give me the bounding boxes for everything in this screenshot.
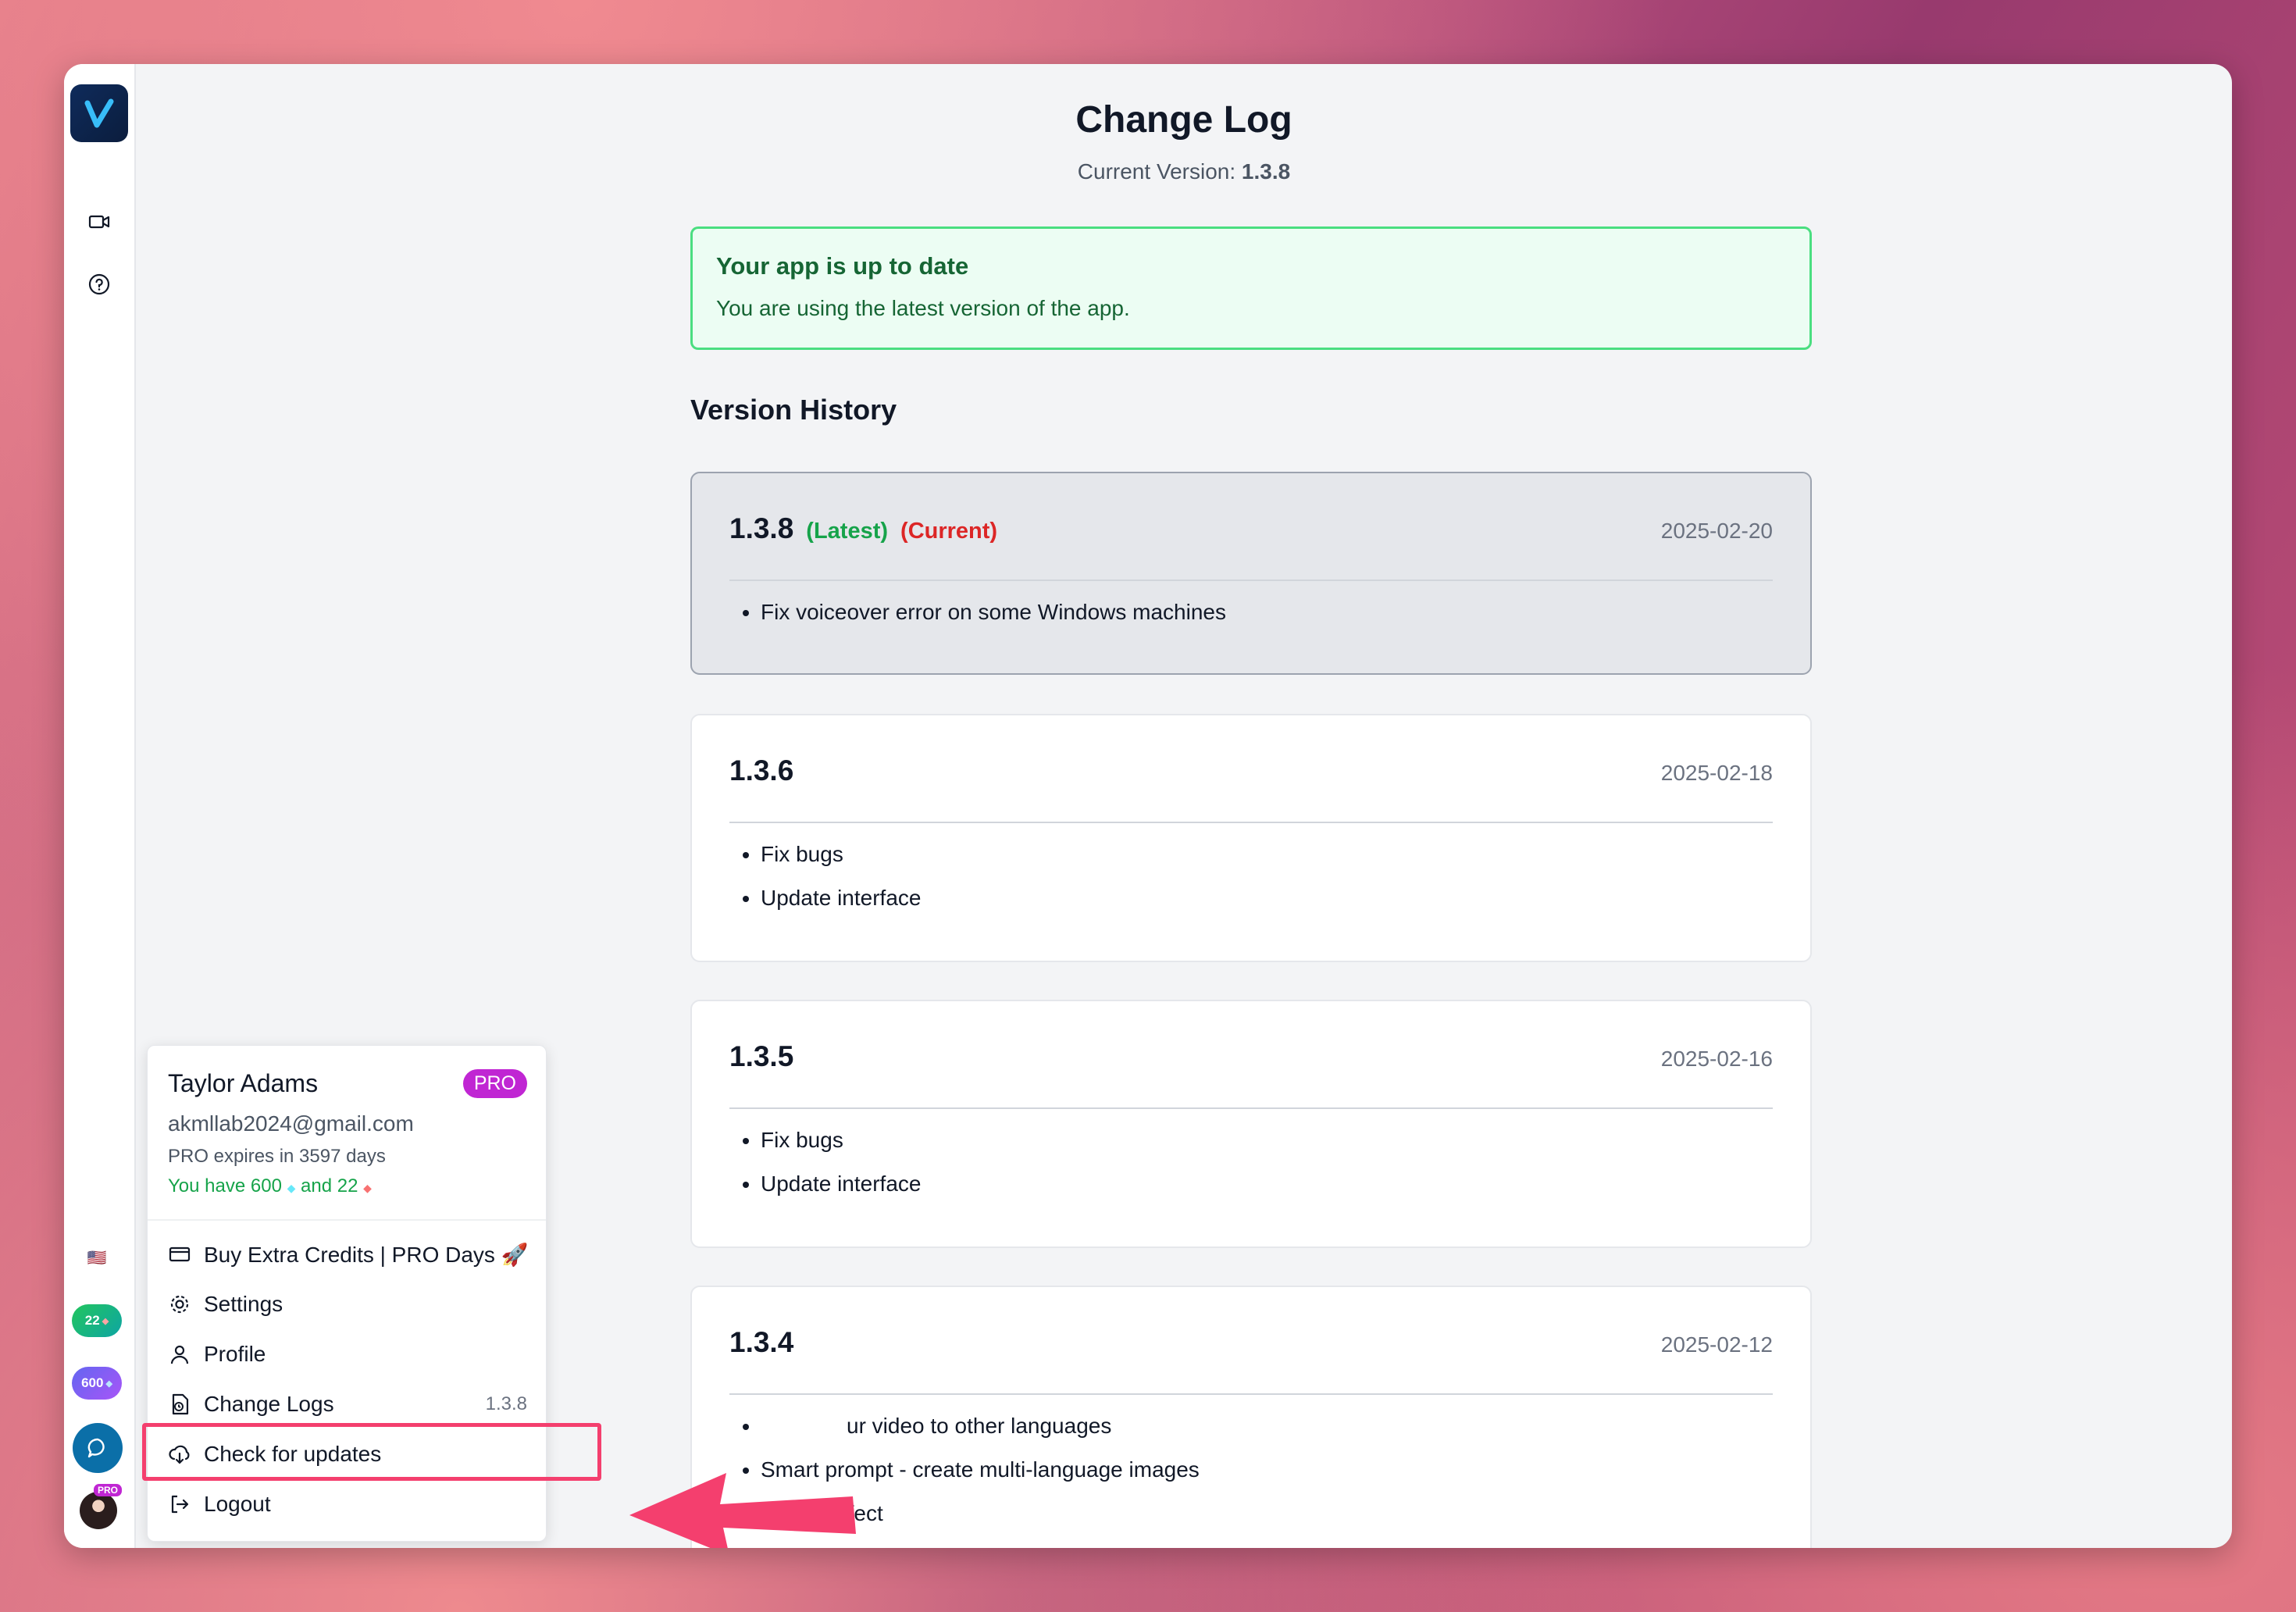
version-date: 2025-02-18 (1660, 761, 1773, 785)
user-name: Taylor Adams (168, 1069, 319, 1097)
user-avatar[interactable] (80, 1492, 117, 1529)
language-flag-icon[interactable]: 🇺🇸 (86, 1250, 108, 1267)
file-clock-icon (166, 1391, 193, 1418)
version-card-1-3-5: 1.3.5 2025-02-16 Fix bugs Update interfa… (690, 1000, 1812, 1248)
credits-count-badge[interactable]: 600 ◆ (72, 1367, 122, 1400)
current-version-label: Current Version: (1077, 159, 1236, 184)
release-note: Fix bugs (761, 1118, 921, 1162)
sidebar-rail: 🇺🇸 22 ◆ 600 ◆ PRO (64, 64, 136, 1548)
pointer-arrow-icon (629, 1473, 856, 1548)
pro-expiry: PRO expires in 3597 days (168, 1146, 386, 1167)
avatar-pro-badge: PRO (94, 1484, 123, 1496)
version-date: 2025-02-16 (1660, 1047, 1773, 1071)
card-divider (729, 822, 1773, 823)
alert-message: You are using the latest version of the … (716, 296, 1130, 320)
menu-label: Settings (204, 1292, 283, 1316)
release-note: Fix bugs (761, 833, 921, 876)
diamond-icon: ◆ (105, 1378, 112, 1389)
highlight-box (142, 1423, 601, 1481)
app-logo[interactable] (70, 84, 128, 142)
menu-logout[interactable]: Logout (148, 1480, 546, 1528)
current-tag: (Current) (900, 519, 998, 544)
user-email: akmllab2024@gmail.com (168, 1111, 414, 1136)
menu-buy-credits[interactable]: Buy Extra Credits | PRO Days 🚀 (148, 1230, 546, 1279)
version-history-heading: Version History (690, 394, 897, 426)
gems-count: 22 (84, 1313, 100, 1328)
menu-profile[interactable]: Profile (148, 1330, 546, 1378)
logo-v-icon (84, 98, 114, 128)
user-icon (166, 1341, 193, 1368)
app-window: 🇺🇸 22 ◆ 600 ◆ PRO Change Log Current Versi… (64, 64, 2232, 1548)
page-title: Change Log (1075, 99, 1292, 141)
credit-card-icon (166, 1241, 193, 1268)
version-date: 2025-02-12 (1660, 1332, 1773, 1357)
card-divider (729, 1107, 1773, 1109)
menu-label: Logout (204, 1492, 271, 1516)
menu-change-logs[interactable]: Change Logs 1.3.8 (148, 1380, 546, 1428)
pro-badge: PRO (462, 1069, 527, 1098)
credits-count: 600 (81, 1375, 104, 1390)
version-card-1-3-8: 1.3.8(Latest)(Current) 2025-02-20 Fix vo… (690, 472, 1812, 675)
current-version-value: 1.3.8 (1241, 159, 1291, 184)
gem-icon: ◆ (363, 1182, 372, 1194)
card-divider (729, 1393, 1773, 1395)
version-number: 1.3.6 (729, 754, 794, 786)
credits-summary: You have 600 ◆ and 22 ◆ (168, 1175, 372, 1197)
gem-icon: ◆ (102, 1316, 109, 1326)
release-notes: Fix voiceover error on some Windows mach… (729, 590, 1226, 634)
menu-separator (148, 1219, 546, 1221)
version-number: 1.3.4 (729, 1326, 794, 1358)
changelog-version: 1.3.8 (485, 1393, 527, 1414)
version-card-1-3-6: 1.3.6 2025-02-18 Fix bugs Update interfa… (690, 714, 1812, 962)
up-to-date-alert: Your app is up to date You are using the… (690, 226, 1812, 350)
version-date: 2025-02-20 (1660, 519, 1773, 543)
menu-label: Buy Extra Credits | PRO Days 🚀 (204, 1242, 529, 1267)
menu-label: Profile (204, 1342, 266, 1366)
release-note: Fix voiceover error on some Windows mach… (761, 590, 1226, 634)
release-note: Update interface (761, 1162, 921, 1206)
current-version-line: Current Version: 1.3.8 (136, 159, 2232, 184)
release-notes: Fix bugs Update interface (729, 833, 921, 920)
version-number: 1.3.5 (729, 1040, 794, 1072)
logout-icon (166, 1491, 193, 1517)
diamond-icon: ◆ (287, 1182, 296, 1194)
latest-tag: (Latest) (806, 519, 889, 544)
version-number: 1.3.8 (Latest) (Current) (729, 512, 998, 544)
gear-icon (166, 1291, 193, 1318)
release-notes: Fix bugs Update interface (729, 1118, 921, 1206)
chat-button[interactable] (73, 1423, 123, 1473)
help-circle-icon[interactable] (84, 269, 115, 300)
menu-label: Change Logs (204, 1392, 334, 1416)
card-divider (729, 580, 1773, 581)
video-camera-icon[interactable] (84, 206, 115, 237)
alert-heading: Your app is up to date (716, 252, 969, 280)
release-note: ur video to other languages (761, 1404, 1200, 1448)
gems-count-badge[interactable]: 22 ◆ (72, 1304, 122, 1337)
chat-bubble-icon (87, 1438, 105, 1458)
menu-settings[interactable]: Settings (148, 1280, 546, 1328)
release-note: Update interface (761, 876, 921, 920)
